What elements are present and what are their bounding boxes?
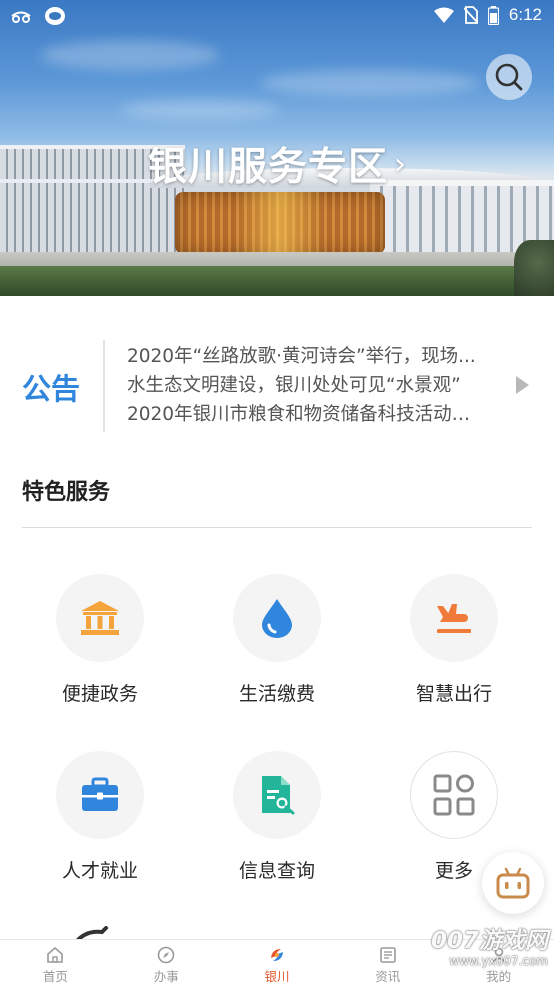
briefcase-icon — [82, 777, 118, 811]
search-button[interactable] — [486, 54, 532, 100]
notice-item[interactable]: 2020年银川市粮食和物资储备科技活动周... — [127, 400, 487, 429]
nav-home[interactable]: 首页 — [0, 940, 111, 986]
notice-item[interactable]: 2020年“丝路放歌·黄河诗会”举行，现场... — [127, 342, 487, 371]
notice-list: 2020年“丝路放歌·黄河诗会”举行，现场... 水生态文明建设，银川处处可见“… — [127, 342, 487, 429]
service-info-query[interactable]: 信息查询 — [192, 751, 362, 883]
service-label: 信息查询 — [238, 860, 315, 882]
home-icon — [47, 946, 64, 963]
nav-label: 资讯 — [375, 969, 401, 984]
nav-label: 银川 — [264, 969, 290, 984]
service-gov-affairs[interactable]: 便捷政务 — [15, 574, 185, 706]
service-employment[interactable]: 人才就业 — [15, 751, 185, 883]
water-drop-icon — [262, 599, 292, 638]
nav-label: 首页 — [42, 969, 68, 984]
robot-icon — [496, 867, 530, 899]
watermark-text: 007游戏网 — [430, 928, 548, 954]
section-title: 特色服务 — [22, 480, 111, 505]
notice-item[interactable]: 水生态文明建设，银川处处可见“水景观” — [127, 371, 487, 400]
app-bubble-icon — [45, 7, 65, 25]
incognito-icon — [11, 11, 31, 23]
battery-icon — [487, 5, 499, 25]
service-label: 人才就业 — [61, 860, 138, 882]
yinchuan-logo-icon — [270, 949, 283, 961]
service-label: 更多 — [434, 860, 473, 882]
section-divider — [22, 527, 532, 528]
service-label: 生活缴费 — [238, 683, 315, 705]
wifi-icon — [433, 7, 454, 23]
service-label: 便捷政务 — [61, 683, 138, 705]
notice-divider — [103, 340, 105, 432]
building-drum — [175, 192, 385, 254]
bank-icon — [81, 601, 119, 635]
tree — [514, 240, 554, 296]
search-icon — [495, 63, 523, 91]
news-icon — [379, 947, 396, 963]
service-smart-travel[interactable]: 智慧出行 — [369, 574, 539, 706]
nav-yinchuan[interactable]: 银川 — [222, 940, 333, 986]
status-bar: 6:12 — [0, 0, 554, 32]
grid-icon — [433, 774, 475, 816]
nav-label: 办事 — [153, 969, 179, 984]
service-label: 智慧出行 — [415, 683, 492, 705]
document-search-icon — [262, 776, 295, 815]
play-arrow-icon[interactable] — [516, 376, 529, 394]
watermark-url: www.yx007.com — [449, 954, 548, 968]
nav-news[interactable]: 资讯 — [332, 940, 443, 986]
status-time: 6:12 — [508, 5, 542, 24]
airplane-icon — [437, 604, 471, 633]
nav-affairs[interactable]: 办事 — [111, 940, 222, 986]
compass-icon — [157, 946, 175, 964]
hero-title-link[interactable]: 银川服务专区 › — [148, 136, 407, 192]
service-utilities[interactable]: 生活缴费 — [192, 574, 362, 706]
hedge — [0, 266, 554, 296]
notice-board[interactable]: 公告 2020年“丝路放歌·黄河诗会”举行，现场... 水生态文明建设，银川处处… — [0, 332, 554, 436]
notice-label: 公告 — [22, 372, 81, 406]
watermark: 007游戏网 www.yx007.com — [430, 928, 548, 968]
no-sim-icon — [463, 6, 478, 24]
nav-label: 我的 — [486, 969, 512, 984]
chevron-right-icon: › — [394, 146, 408, 182]
hero-title: 银川服务专区 — [148, 145, 389, 190]
assistant-button[interactable] — [482, 852, 544, 914]
